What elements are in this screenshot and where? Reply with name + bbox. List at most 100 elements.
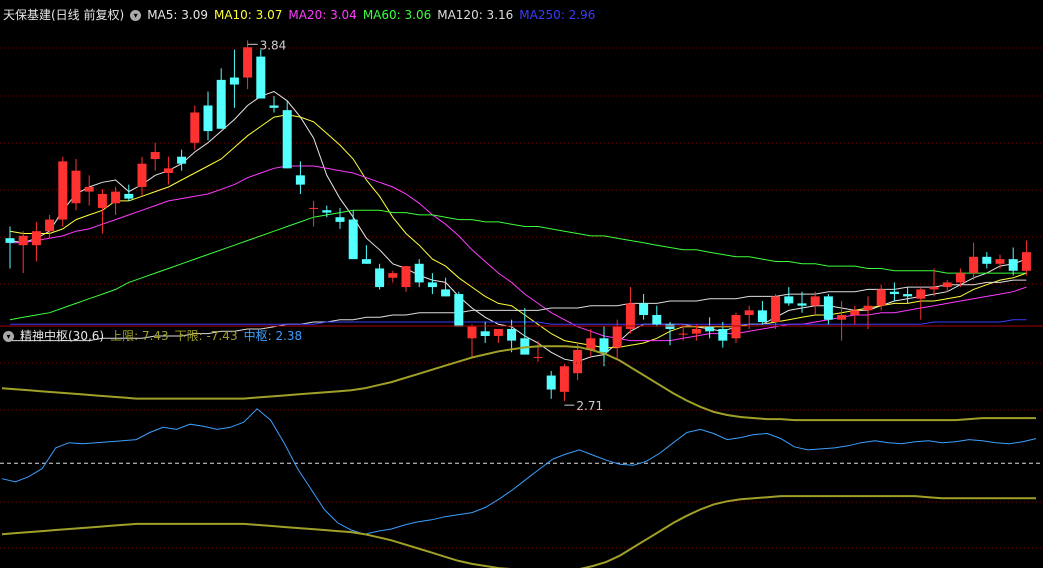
candle-body (942, 282, 952, 288)
candle[interactable] (335, 207, 345, 229)
candle-body (322, 210, 332, 213)
candle[interactable] (969, 242, 979, 281)
candlestick-series[interactable] (5, 40, 1031, 402)
candle-body (533, 356, 543, 358)
candle[interactable] (559, 363, 569, 402)
candle[interactable] (929, 268, 939, 297)
candle[interactable] (45, 214, 55, 239)
candle[interactable] (216, 68, 226, 129)
candle[interactable] (573, 342, 583, 381)
candle-body (5, 238, 15, 243)
candle[interactable] (137, 156, 147, 197)
candle[interactable] (163, 156, 173, 185)
candle[interactable] (282, 100, 292, 169)
candle[interactable] (71, 159, 81, 211)
candle[interactable] (150, 142, 160, 171)
candle-body (454, 294, 464, 327)
candle-body (216, 79, 226, 129)
candle[interactable] (18, 231, 28, 274)
candle[interactable] (771, 294, 781, 329)
candle[interactable] (348, 210, 358, 260)
candle[interactable] (58, 156, 68, 227)
candle[interactable] (916, 287, 926, 320)
main-chart-header: 天保基建(日线 前复权) ▾ MA5: 3.09 MA10: 3.07 MA20: 3.… (3, 7, 601, 23)
candle[interactable] (454, 291, 464, 327)
middle-line (1, 408, 1037, 535)
candle[interactable] (533, 340, 543, 362)
candle[interactable] (705, 317, 715, 339)
candle[interactable] (507, 319, 517, 353)
candle-body (823, 296, 833, 320)
ma250-value: MA250: 2.96 (519, 8, 596, 22)
candle-body (71, 170, 81, 204)
candle[interactable] (731, 312, 741, 343)
candle[interactable] (797, 291, 807, 313)
candle[interactable] (229, 49, 239, 108)
candle[interactable] (995, 254, 1005, 269)
candle[interactable] (639, 294, 649, 320)
candle[interactable] (665, 322, 675, 346)
candle[interactable] (982, 252, 992, 269)
chevron-down-icon[interactable]: ▾ (3, 331, 14, 342)
chevron-down-icon[interactable]: ▾ (130, 10, 142, 21)
candle[interactable] (757, 301, 767, 325)
candle[interactable] (111, 186, 121, 215)
candle[interactable] (203, 91, 213, 141)
candle-body (137, 163, 147, 187)
candle[interactable] (388, 270, 398, 283)
candle[interactable] (903, 287, 913, 304)
candle[interactable] (84, 175, 94, 206)
candle[interactable] (269, 96, 279, 113)
candle-body (903, 294, 913, 297)
candle[interactable] (309, 200, 319, 227)
candle[interactable] (889, 282, 899, 302)
candle[interactable] (243, 40, 253, 90)
main-panel-grid (0, 47, 1043, 285)
upper-limit-value: 上限: 7.43 (110, 329, 169, 343)
candle[interactable] (546, 370, 556, 399)
candle-body (573, 349, 583, 374)
candle[interactable] (744, 305, 754, 329)
ma20-line (10, 165, 1027, 342)
candle[interactable] (5, 226, 15, 269)
indicator-series[interactable] (1, 345, 1037, 568)
chart-canvas[interactable]: 3.84 2.71 (0, 0, 1043, 568)
candle[interactable] (401, 266, 411, 292)
candle-body (982, 256, 992, 264)
candle-body (705, 326, 715, 332)
candle[interactable] (1008, 247, 1018, 276)
candle[interactable] (784, 287, 794, 306)
candle[interactable] (850, 305, 860, 325)
candle-body (58, 161, 68, 220)
candle[interactable] (480, 322, 490, 343)
candle[interactable] (493, 328, 503, 343)
candle[interactable] (414, 259, 424, 288)
candle[interactable] (256, 49, 266, 99)
candle[interactable] (31, 221, 41, 262)
candle-body (652, 315, 662, 325)
candle[interactable] (467, 324, 477, 357)
candle-body (1008, 259, 1018, 271)
ma60-line (9, 209, 1027, 321)
candle[interactable] (177, 149, 187, 171)
candle[interactable] (1021, 240, 1031, 276)
candle-body (784, 296, 794, 304)
candle[interactable] (625, 287, 635, 334)
candle[interactable] (586, 328, 596, 357)
candle[interactable] (190, 105, 200, 150)
candle[interactable] (652, 305, 662, 327)
ma120-value: MA120: 3.16 (437, 8, 514, 22)
candle[interactable] (124, 184, 134, 201)
candle-body (45, 219, 55, 232)
candle-body (480, 331, 490, 336)
candle-body (757, 310, 767, 322)
candle[interactable] (375, 263, 385, 290)
candle-body (559, 366, 569, 392)
stock-title: 天保基建(日线 前复权) (3, 8, 125, 22)
candle-body (361, 259, 371, 264)
candle[interactable] (810, 291, 820, 316)
candle[interactable] (599, 326, 609, 367)
candle[interactable] (441, 277, 451, 297)
candle[interactable] (427, 273, 437, 295)
candle[interactable] (361, 245, 371, 264)
